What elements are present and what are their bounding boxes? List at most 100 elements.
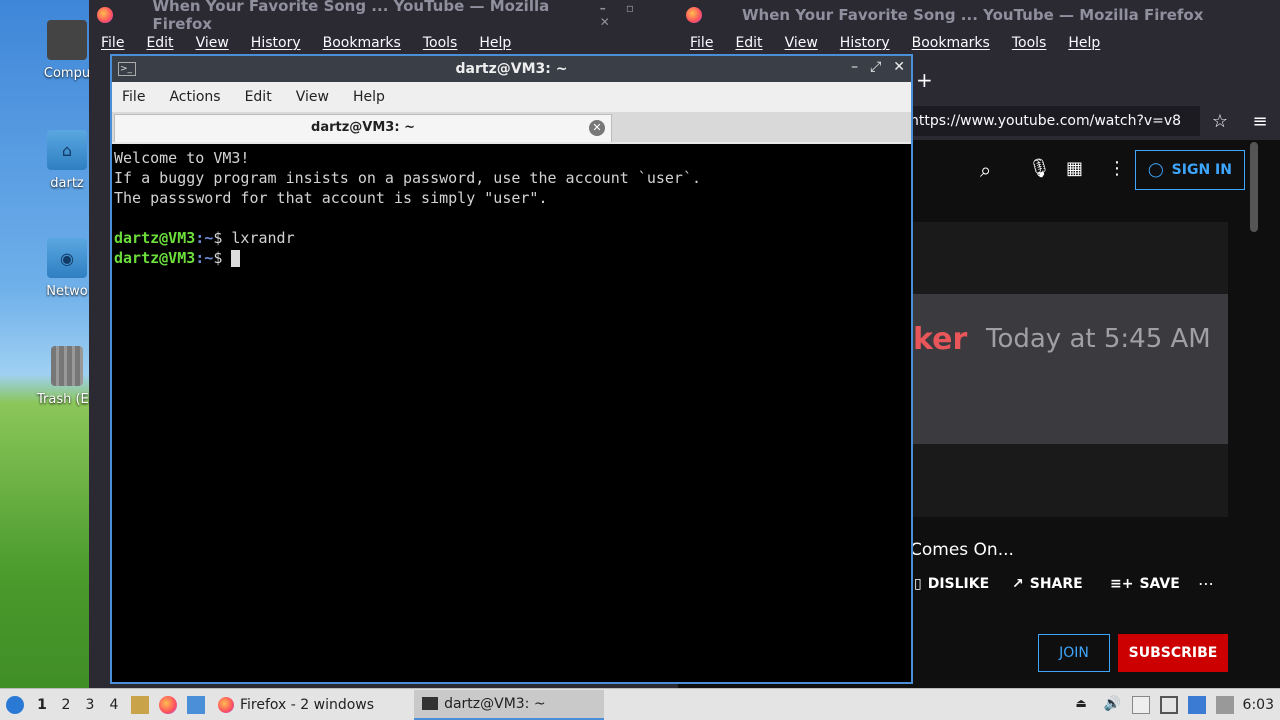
window-title: dartz@VM3: ~: [455, 61, 568, 77]
firefox-icon: [218, 696, 234, 713]
window-title: When Your Favorite Song ... YouTube — Mo…: [742, 6, 1204, 24]
firefox-icon: [97, 7, 113, 23]
clock[interactable]: 6:03: [1243, 697, 1274, 713]
dislike-icon: ▯: [914, 576, 922, 592]
computer-icon: [47, 20, 87, 60]
workspace-2[interactable]: 2: [54, 697, 78, 713]
scrollbar[interactable]: [1250, 142, 1258, 232]
menu-edit[interactable]: Edit: [735, 35, 762, 51]
window-titlebar[interactable]: >_ dartz@VM3: ~ – ⤢ ✕: [112, 56, 911, 82]
menu-bar: File Edit View History Bookmarks Tools H…: [89, 30, 678, 56]
menu-bookmarks[interactable]: Bookmarks: [912, 35, 990, 51]
window-controls[interactable]: – ▫ ✕: [600, 1, 678, 29]
firefox-icon[interactable]: [159, 695, 177, 714]
more-horiz-icon[interactable]: ⋯: [1198, 574, 1214, 593]
start-menu-icon: [6, 695, 24, 714]
app-menu-icon[interactable]: ≡: [1240, 110, 1280, 132]
menu-bar: File Edit View History Bookmarks Tools H…: [678, 30, 1280, 56]
firefox-icon: [686, 7, 702, 23]
menu-view[interactable]: View: [785, 35, 818, 51]
text-cursor: [231, 250, 241, 267]
volume-icon[interactable]: 🔊: [1104, 696, 1122, 714]
search-icon[interactable]: ⌕: [980, 158, 991, 182]
workspace-4[interactable]: 4: [102, 697, 126, 713]
menu-help[interactable]: Help: [1068, 35, 1100, 51]
close-tab-icon[interactable]: ✕: [589, 120, 605, 136]
join-button[interactable]: JOIN: [1038, 634, 1110, 672]
output-line: If a buggy program insists on a password…: [114, 169, 701, 187]
taskbar: 1 2 3 4 Firefox - 2 windows dartz@VM3: ~…: [0, 688, 1280, 720]
menu-view[interactable]: View: [196, 35, 229, 51]
terminal-icon: [422, 697, 439, 710]
prompt-path: :~: [195, 229, 214, 247]
taskbar-item-terminal[interactable]: dartz@VM3: ~: [414, 689, 605, 720]
eject-icon[interactable]: ⏏: [1076, 696, 1094, 714]
menu-view[interactable]: View: [296, 89, 329, 105]
start-menu-button[interactable]: [0, 690, 30, 720]
video-timestamp: Today at 5:45 AM: [986, 324, 1211, 354]
terminal-window[interactable]: >_ dartz@VM3: ~ – ⤢ ✕ File Actions Edit …: [110, 54, 913, 684]
tab-title: dartz@VM3: ~: [311, 120, 415, 135]
command-text: lxrandr: [222, 229, 295, 247]
menu-file[interactable]: File: [690, 35, 713, 51]
trash-icon: [51, 346, 83, 386]
sign-in-button[interactable]: ◯ SIGN IN: [1135, 150, 1245, 190]
terminal-tab[interactable]: dartz@VM3: ~ ✕: [114, 114, 612, 142]
task-label: Firefox - 2 windows: [240, 696, 375, 713]
video-player[interactable]: ker Today at 5:45 AM: [913, 222, 1228, 517]
window-title: When Your Favorite Song ... YouTube — Mo…: [152, 0, 550, 33]
display-icon[interactable]: [1159, 695, 1178, 714]
menu-file[interactable]: File: [101, 35, 124, 51]
prompt-line: dartz@VM3:~$ lxrandr: [114, 228, 909, 248]
menu-history[interactable]: History: [251, 35, 301, 51]
menu-tools[interactable]: Tools: [423, 35, 458, 51]
workspace-3[interactable]: 3: [78, 697, 102, 713]
menu-bar: File Actions Edit View Help: [112, 82, 911, 112]
terminal-output[interactable]: Welcome to VM3! If a buggy program insist…: [112, 144, 911, 682]
menu-bookmarks[interactable]: Bookmarks: [323, 35, 401, 51]
desktop-icon[interactable]: [187, 695, 205, 714]
subscribe-button[interactable]: SUBSCRIBE: [1118, 634, 1228, 672]
more-vert-icon[interactable]: ⋮: [1108, 158, 1126, 179]
prompt-user: dartz@VM3: [114, 229, 196, 247]
dislike-button[interactable]: ▯ DISLIKE: [914, 576, 989, 592]
task-label: dartz@VM3: ~: [444, 695, 546, 712]
account-icon: ◯: [1148, 162, 1164, 178]
video-text: ker: [913, 322, 968, 357]
close-icon[interactable]: ✕: [893, 59, 905, 75]
menu-help[interactable]: Help: [479, 35, 511, 51]
window-titlebar[interactable]: When Your Favorite Song ... YouTube — Mo…: [89, 0, 678, 33]
video-frame: ker Today at 5:45 AM: [913, 294, 1228, 444]
menu-file[interactable]: File: [122, 89, 145, 105]
prompt-path: :~: [195, 249, 214, 267]
home-folder-icon: ⌂: [47, 130, 87, 170]
save-button[interactable]: ≡+ SAVE: [1110, 576, 1180, 592]
menu-help[interactable]: Help: [353, 89, 385, 105]
maximize-icon[interactable]: ⤢: [870, 59, 881, 75]
menu-edit[interactable]: Edit: [245, 89, 272, 105]
taskbar-item-firefox[interactable]: Firefox - 2 windows: [210, 690, 382, 720]
menu-actions[interactable]: Actions: [169, 89, 220, 105]
new-tab-button[interactable]: +: [916, 68, 933, 92]
share-button[interactable]: ↗ SHARE: [1012, 576, 1083, 592]
network-icon: ◉: [47, 238, 87, 278]
network-status-icon[interactable]: [1187, 695, 1206, 714]
notifications-icon[interactable]: [1215, 695, 1234, 714]
menu-tools[interactable]: Tools: [1012, 35, 1047, 51]
tab-bar: dartz@VM3: ~ ✕: [112, 112, 911, 142]
workspace-1[interactable]: 1: [30, 697, 54, 713]
window-titlebar[interactable]: When Your Favorite Song ... YouTube — Mo…: [678, 0, 1280, 30]
minimize-icon[interactable]: –: [851, 59, 858, 75]
prompt-user: dartz@VM3: [114, 249, 196, 267]
bookmark-star-icon[interactable]: ☆: [1200, 110, 1240, 132]
file-manager-icon[interactable]: [131, 695, 149, 714]
menu-history[interactable]: History: [840, 35, 890, 51]
clipboard-icon[interactable]: [1131, 695, 1150, 714]
microphone-icon[interactable]: 🎙: [1028, 158, 1051, 179]
menu-edit[interactable]: Edit: [146, 35, 173, 51]
output-line: Welcome to VM3!: [114, 149, 250, 167]
output-line: The passsword for that account is simply…: [114, 189, 548, 207]
apps-grid-icon[interactable]: ▦: [1066, 158, 1083, 179]
share-icon: ↗: [1012, 576, 1024, 592]
